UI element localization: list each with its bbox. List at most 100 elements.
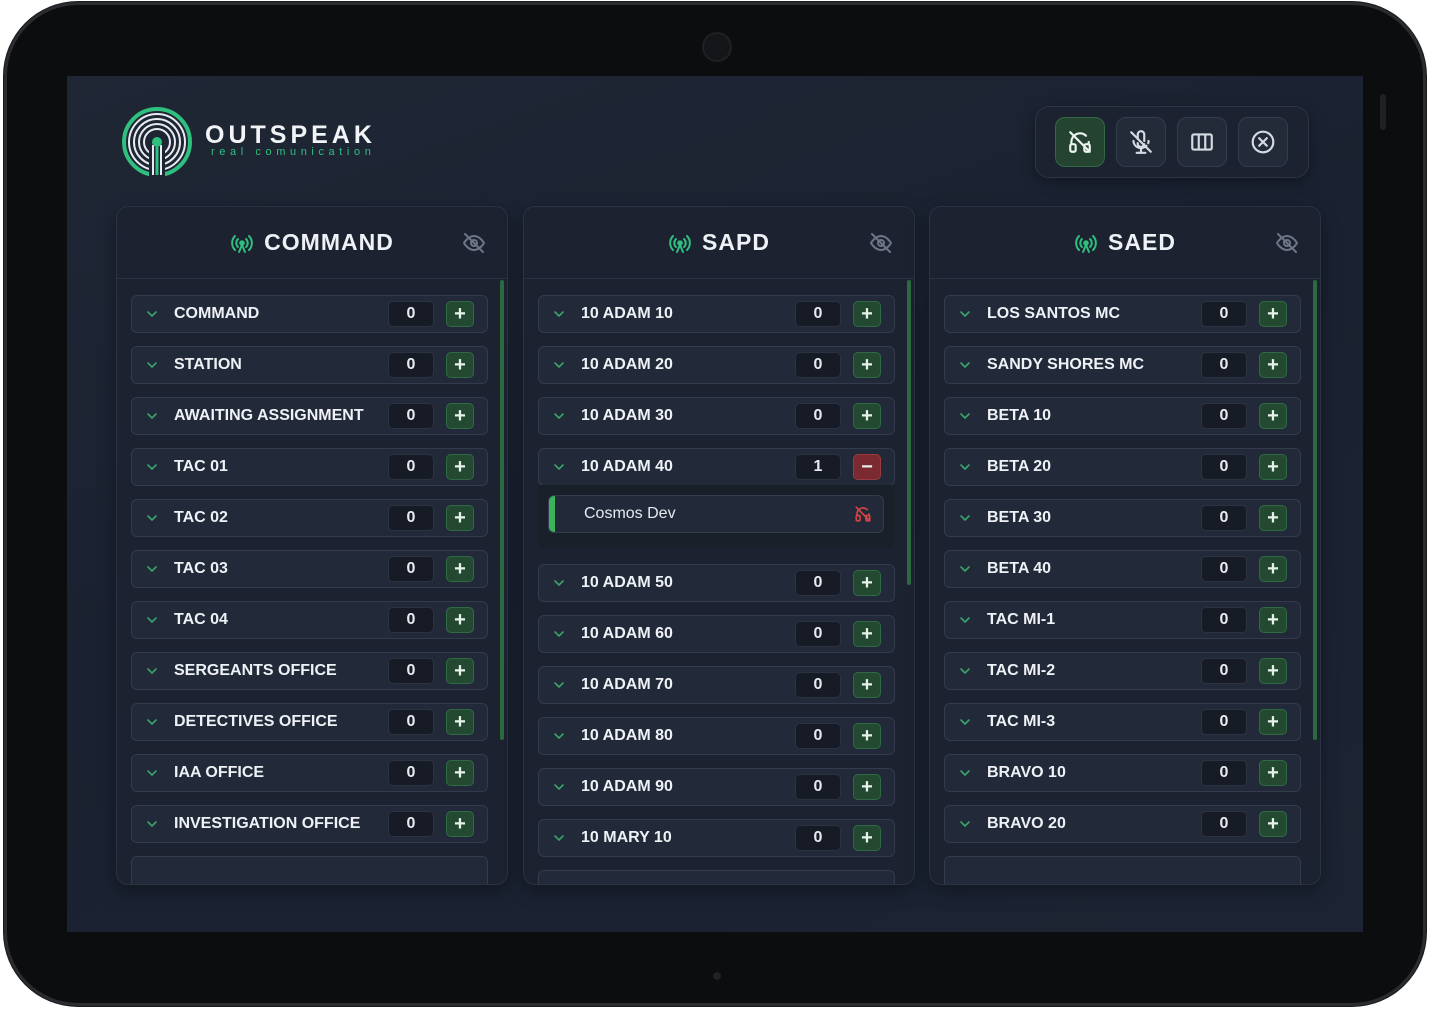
scrollbar-thumb[interactable] bbox=[500, 280, 504, 740]
join-channel-button[interactable]: + bbox=[853, 301, 881, 327]
chevron-down-icon[interactable] bbox=[146, 818, 158, 830]
join-channel-button[interactable]: + bbox=[853, 621, 881, 647]
chevron-down-icon[interactable] bbox=[959, 461, 971, 473]
chevron-down-icon[interactable] bbox=[146, 614, 158, 626]
chevron-down-icon[interactable] bbox=[959, 665, 971, 677]
channel-list[interactable]: 10 ADAM 10 0 + 10 ADAM 20 0 + 10 ADAM 30 0 + 10 A… bbox=[524, 280, 914, 884]
chevron-down-icon[interactable] bbox=[553, 308, 565, 320]
join-channel-button[interactable]: + bbox=[853, 672, 881, 698]
channel-list[interactable]: LOS SANTOS MC 0 + SANDY SHORES MC 0 + BETA 10 0… bbox=[930, 280, 1320, 884]
channel-row[interactable]: TAC MI-1 0 + bbox=[944, 601, 1301, 639]
hide-column-button[interactable] bbox=[1274, 231, 1300, 255]
channel-row[interactable]: SANDY SHORES MC 0 + bbox=[944, 346, 1301, 384]
chevron-down-icon[interactable] bbox=[959, 359, 971, 371]
mic-off-button[interactable] bbox=[1116, 117, 1166, 167]
join-channel-button[interactable]: + bbox=[446, 607, 474, 633]
join-channel-button[interactable]: + bbox=[446, 301, 474, 327]
chevron-down-icon[interactable] bbox=[553, 461, 565, 473]
chevron-down-icon[interactable] bbox=[959, 410, 971, 422]
join-channel-button[interactable]: + bbox=[446, 760, 474, 786]
channel-row[interactable]: BRAVO 10 0 + bbox=[944, 754, 1301, 792]
channel-row[interactable]: AWAITING ASSIGNMENT 0 + bbox=[131, 397, 488, 435]
channel-row[interactable]: 10 ADAM 30 0 + bbox=[538, 397, 895, 435]
join-channel-button[interactable]: + bbox=[1259, 709, 1287, 735]
join-channel-button[interactable]: + bbox=[1259, 760, 1287, 786]
join-channel-button[interactable]: + bbox=[446, 811, 474, 837]
join-channel-button[interactable]: + bbox=[853, 723, 881, 749]
chevron-down-icon[interactable] bbox=[959, 512, 971, 524]
channel-row[interactable]: 10 ADAM 90 0 + bbox=[538, 768, 895, 806]
channel-row[interactable]: COMMAND 0 + bbox=[131, 295, 488, 333]
join-channel-button[interactable]: + bbox=[853, 774, 881, 800]
join-channel-button[interactable]: + bbox=[1259, 352, 1287, 378]
channel-row[interactable]: 10 MARY 10 0 + bbox=[538, 819, 895, 857]
chevron-down-icon[interactable] bbox=[553, 730, 565, 742]
leave-channel-button[interactable]: − bbox=[853, 454, 881, 480]
channel-row[interactable]: 10 ADAM 40 1− bbox=[538, 448, 895, 486]
join-channel-button[interactable]: + bbox=[446, 454, 474, 480]
join-channel-button[interactable]: + bbox=[446, 709, 474, 735]
channel-row-partial[interactable] bbox=[944, 856, 1301, 884]
channel-row[interactable]: TAC 03 0 + bbox=[131, 550, 488, 588]
columns-button[interactable] bbox=[1177, 117, 1227, 167]
chevron-down-icon[interactable] bbox=[553, 577, 565, 589]
join-channel-button[interactable]: + bbox=[853, 403, 881, 429]
join-channel-button[interactable]: + bbox=[1259, 301, 1287, 327]
join-channel-button[interactable]: + bbox=[1259, 454, 1287, 480]
chevron-down-icon[interactable] bbox=[146, 563, 158, 575]
channel-row[interactable]: TAC MI-3 0 + bbox=[944, 703, 1301, 741]
member-item[interactable]: Cosmos Dev bbox=[548, 495, 884, 533]
channel-row[interactable]: BRAVO 20 0 + bbox=[944, 805, 1301, 843]
close-button[interactable] bbox=[1238, 117, 1288, 167]
channel-row[interactable]: IAA OFFICE 0 + bbox=[131, 754, 488, 792]
join-channel-button[interactable]: + bbox=[1259, 607, 1287, 633]
join-channel-button[interactable]: + bbox=[853, 570, 881, 596]
channel-row[interactable]: 10 ADAM 10 0 + bbox=[538, 295, 895, 333]
channel-row[interactable]: 10 ADAM 20 0 + bbox=[538, 346, 895, 384]
join-channel-button[interactable]: + bbox=[1259, 811, 1287, 837]
join-channel-button[interactable]: + bbox=[853, 825, 881, 851]
chevron-down-icon[interactable] bbox=[553, 359, 565, 371]
join-channel-button[interactable]: + bbox=[446, 556, 474, 582]
chevron-down-icon[interactable] bbox=[146, 461, 158, 473]
channel-list[interactable]: COMMAND 0 + STATION 0 + AWAITING ASSIGNMENT 0 + T… bbox=[117, 280, 507, 884]
join-channel-button[interactable]: + bbox=[1259, 505, 1287, 531]
chevron-down-icon[interactable] bbox=[959, 716, 971, 728]
channel-row[interactable]: 10 ADAM 70 0 + bbox=[538, 666, 895, 704]
chevron-down-icon[interactable] bbox=[146, 716, 158, 728]
channel-row[interactable]: 10 ADAM 80 0 + bbox=[538, 717, 895, 755]
chevron-down-icon[interactable] bbox=[959, 818, 971, 830]
join-channel-button[interactable]: + bbox=[853, 352, 881, 378]
channel-row[interactable]: TAC 02 0 + bbox=[131, 499, 488, 537]
hide-column-button[interactable] bbox=[461, 231, 487, 255]
channel-row[interactable]: DETECTIVES OFFICE 0 + bbox=[131, 703, 488, 741]
chevron-down-icon[interactable] bbox=[553, 832, 565, 844]
join-channel-button[interactable]: + bbox=[446, 658, 474, 684]
channel-row[interactable]: LOS SANTOS MC 0 + bbox=[944, 295, 1301, 333]
join-channel-button[interactable]: + bbox=[1259, 556, 1287, 582]
join-channel-button[interactable]: + bbox=[1259, 658, 1287, 684]
chevron-down-icon[interactable] bbox=[146, 512, 158, 524]
channel-row[interactable]: BETA 40 0 + bbox=[944, 550, 1301, 588]
chevron-down-icon[interactable] bbox=[553, 628, 565, 640]
chevron-down-icon[interactable] bbox=[146, 665, 158, 677]
channel-row[interactable]: BETA 20 0 + bbox=[944, 448, 1301, 486]
channel-row-partial[interactable] bbox=[131, 856, 488, 884]
channel-row[interactable]: TAC MI-2 0 + bbox=[944, 652, 1301, 690]
chevron-down-icon[interactable] bbox=[959, 563, 971, 575]
channel-row[interactable]: BETA 10 0 + bbox=[944, 397, 1301, 435]
chevron-down-icon[interactable] bbox=[959, 767, 971, 779]
channel-row[interactable]: SERGEANTS OFFICE 0 + bbox=[131, 652, 488, 690]
join-channel-button[interactable]: + bbox=[1259, 403, 1287, 429]
hide-column-button[interactable] bbox=[868, 231, 894, 255]
channel-row[interactable]: TAC 01 0 + bbox=[131, 448, 488, 486]
headset-off-button[interactable] bbox=[1055, 117, 1105, 167]
join-channel-button[interactable]: + bbox=[446, 403, 474, 429]
chevron-down-icon[interactable] bbox=[146, 767, 158, 779]
channel-row[interactable]: TAC 04 0 + bbox=[131, 601, 488, 639]
chevron-down-icon[interactable] bbox=[146, 308, 158, 320]
chevron-down-icon[interactable] bbox=[553, 781, 565, 793]
channel-row[interactable]: INVESTIGATION OFFICE 0 + bbox=[131, 805, 488, 843]
chevron-down-icon[interactable] bbox=[146, 359, 158, 371]
chevron-down-icon[interactable] bbox=[146, 410, 158, 422]
